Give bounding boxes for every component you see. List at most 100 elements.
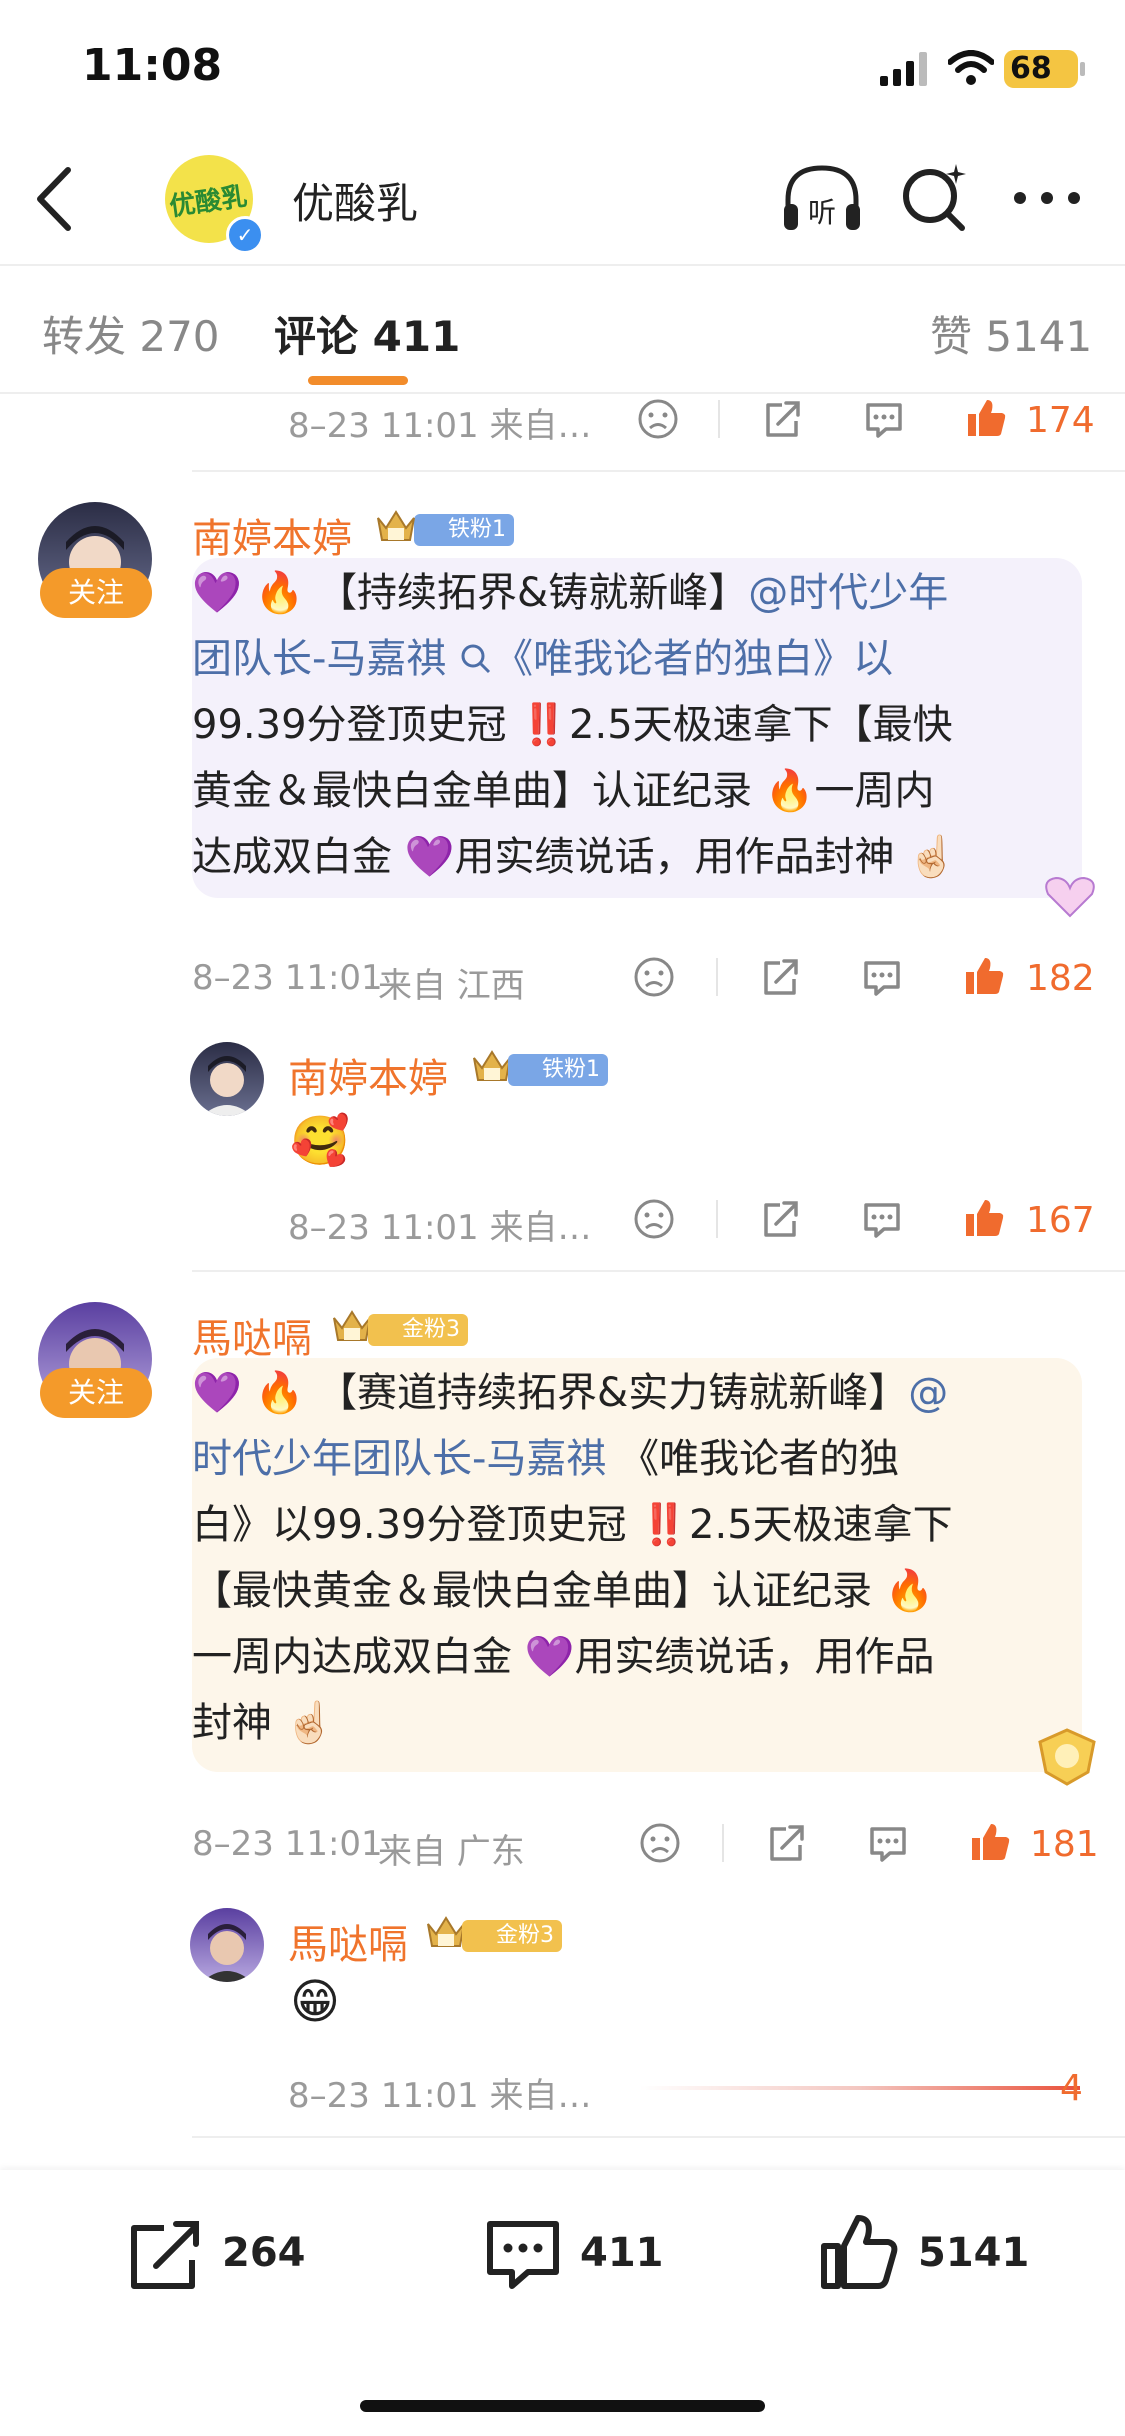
heart-decoration-icon [1045, 876, 1095, 918]
mention-link[interactable]: @时代少年 [748, 570, 948, 616]
follow-button[interactable]: 关注 [40, 568, 152, 618]
reply-user-name[interactable]: 馬哒嗝 [288, 1912, 408, 1970]
comment-line: 封神 ☝🏻 [192, 1700, 335, 1746]
cellular-signal-icon [880, 52, 927, 86]
comment-text: 【赛道持续拓界&实力铸就新峰】 [317, 1370, 909, 1416]
mention-link[interactable]: 团队长-马嘉祺 [192, 636, 459, 682]
tab-likes[interactable]: 赞 5141 [930, 303, 1092, 364]
comment-source: 来自 广东 [378, 1832, 525, 1872]
status-time: 11:08 [82, 40, 223, 91]
comment-line: 白》以99.39分登顶史冠 ‼️2.5天极速拿下 [192, 1502, 953, 1548]
header-divider [0, 264, 1125, 266]
battery-tip [1080, 62, 1085, 76]
like-count[interactable]: 182 [1026, 958, 1095, 999]
share-icon[interactable] [760, 397, 804, 441]
comment-line: 【最快黄金＆最快白金单曲】认证纪录 🔥 [192, 1568, 935, 1614]
comment-count[interactable]: 411 [580, 2230, 664, 2276]
mention-link[interactable]: 时代少年团队长-马嘉祺 [192, 1436, 619, 1482]
like-thumb-icon[interactable] [818, 2212, 900, 2292]
battery-level: 68 [1010, 51, 1052, 86]
comment-time: 8–23 11:01 [192, 958, 383, 998]
separator [716, 958, 718, 996]
reply-time-source: 8–23 11:01 来自… [288, 2076, 592, 2116]
comment-line: 💜 🔥 【持续拓界&铸就新峰】@时代少年 [192, 572, 948, 615]
more-dots-icon[interactable] [1012, 182, 1082, 214]
comment-bubble-icon[interactable] [484, 2216, 562, 2294]
reply-emoji: 🥰 [290, 1113, 350, 1169]
svg-text:听: 听 [808, 196, 836, 229]
comment-bubble-icon[interactable] [860, 1197, 904, 1241]
topic-link[interactable]: 《唯我论者的独白》以 [493, 636, 893, 682]
purple-heart-emoji: 💜 [192, 570, 242, 616]
comment-bubble-icon[interactable] [862, 397, 906, 441]
comment-text: 【持续拓界&铸就新峰】 [317, 570, 749, 616]
comment-text: 《唯我论者的独 [619, 1436, 900, 1482]
battery-indicator: 68 [1004, 50, 1078, 88]
thumb-up-icon[interactable] [964, 396, 1008, 440]
separator [718, 400, 720, 438]
dislike-frown-icon[interactable] [632, 1197, 676, 1241]
reply-avatar[interactable] [190, 1908, 264, 1982]
like-count[interactable]: 167 [1026, 1200, 1095, 1241]
fire-emoji: 🔥 [254, 1370, 305, 1416]
account-name[interactable]: 优酸乳 [292, 170, 418, 231]
fan-level-badge: 金粉3 [368, 1314, 468, 1346]
comment-time: 8–23 11:01 [192, 1824, 383, 1864]
search-sparkle-icon[interactable] [900, 162, 968, 234]
fire-emoji: 🔥 [254, 570, 305, 616]
like-count[interactable]: 181 [1030, 1824, 1099, 1865]
commenter-name[interactable]: 馬哒嗝 [192, 1306, 312, 1364]
comment-line: 达成双白金 💜用实绩说话，用作品封神 ☝🏻 [192, 834, 958, 880]
comment-time-source: 8–23 11:01 来自… [288, 406, 592, 446]
comment-line: 团队长-马嘉祺 《唯我论者的独白》以 [192, 638, 893, 681]
dislike-frown-icon[interactable] [636, 397, 680, 441]
comment-bubble-icon[interactable] [866, 1821, 910, 1865]
thumb-up-icon[interactable] [968, 1820, 1012, 1864]
repost-count[interactable]: 264 [222, 2230, 306, 2276]
back-chevron-icon[interactable] [32, 164, 76, 234]
share-icon[interactable] [764, 1821, 808, 1865]
dislike-frown-icon[interactable] [638, 1821, 682, 1865]
like-count-total[interactable]: 5141 [918, 2230, 1029, 2276]
comment-divider [192, 1270, 1125, 1272]
share-icon[interactable] [758, 955, 802, 999]
repost-share-icon[interactable] [124, 2218, 204, 2294]
commenter-name[interactable]: 南婷本婷 [192, 506, 352, 564]
reply-emoji: 😁 [290, 1974, 341, 2030]
fan-crown-icon [377, 510, 415, 541]
separator [722, 1824, 724, 1862]
like-count[interactable]: 174 [1026, 400, 1095, 441]
comment-divider [192, 470, 1125, 472]
thumb-up-icon[interactable] [962, 954, 1006, 998]
comment-source: 来自 江西 [378, 966, 525, 1006]
reply-user-name[interactable]: 南婷本婷 [288, 1046, 448, 1104]
search-topic-icon [461, 644, 491, 674]
active-tab-underline [308, 376, 408, 385]
separator [716, 1200, 718, 1238]
dislike-frown-icon[interactable] [632, 955, 676, 999]
verified-badge-icon: ✓ [226, 216, 264, 254]
tabs-divider [0, 392, 1125, 394]
home-indicator [360, 2400, 765, 2412]
fan-level-badge: 金粉3 [462, 1920, 562, 1952]
reply-avatar[interactable] [190, 1042, 264, 1116]
reply-time-source: 8–23 11:01 来自… [288, 1208, 592, 1248]
tab-reposts[interactable]: 转发 270 [42, 303, 220, 364]
wifi-icon [948, 50, 994, 85]
comment-line: 时代少年团队长-马嘉祺 《唯我论者的独 [192, 1438, 899, 1481]
tab-comments[interactable]: 评论 411 [274, 303, 460, 364]
comment-divider [192, 2136, 1125, 2138]
thumb-up-icon[interactable] [962, 1196, 1006, 1240]
share-icon[interactable] [758, 1197, 802, 1241]
comment-line: 一周内达成双白金 💜用实绩说话，用作品 [192, 1634, 935, 1680]
comment-line: 99.39分登顶史冠 ‼️2.5天极速拿下【最快 [192, 702, 953, 748]
comment-bubble-icon[interactable] [860, 955, 904, 999]
comment-line: 黄金＆最快白金单曲】认证纪录 🔥一周内 [192, 768, 935, 814]
like-animation-trail [640, 2086, 1080, 2090]
fan-level-badge: 铁粉1 [508, 1054, 608, 1086]
like-count[interactable]: 4 [1060, 2068, 1083, 2109]
headphones-listen-icon[interactable]: 听 [780, 160, 864, 236]
gold-shield-decoration-icon [1038, 1728, 1096, 1786]
mention-link[interactable]: @ [908, 1370, 948, 1416]
follow-button[interactable]: 关注 [40, 1368, 152, 1418]
